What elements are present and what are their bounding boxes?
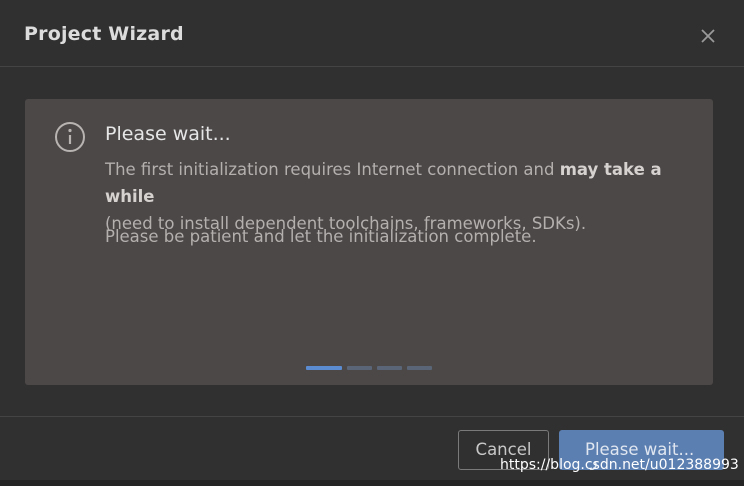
spinner-icon [587,445,597,470]
info-panel: Please wait... The first initialization … [25,99,713,385]
project-wizard-dialog: Project Wizard Please wait... The first … [0,0,744,486]
description-text: The first initialization requires Intern… [105,160,560,179]
progress-segment [377,366,402,370]
close-icon[interactable] [697,25,719,47]
progress-indicator [306,366,436,370]
info-icon [54,121,86,153]
progress-segment [347,366,372,370]
progress-segment [407,366,432,370]
panel-patience-note: Please be patient and let the initializa… [105,227,537,246]
dialog-title: Project Wizard [24,23,184,45]
bottom-strip [0,480,744,486]
progress-segment [306,366,342,370]
dialog-header: Project Wizard [0,0,744,67]
panel-heading: Please wait... [105,123,231,145]
watermark-text: https://blog.csdn.net/u012388993 [500,457,739,473]
